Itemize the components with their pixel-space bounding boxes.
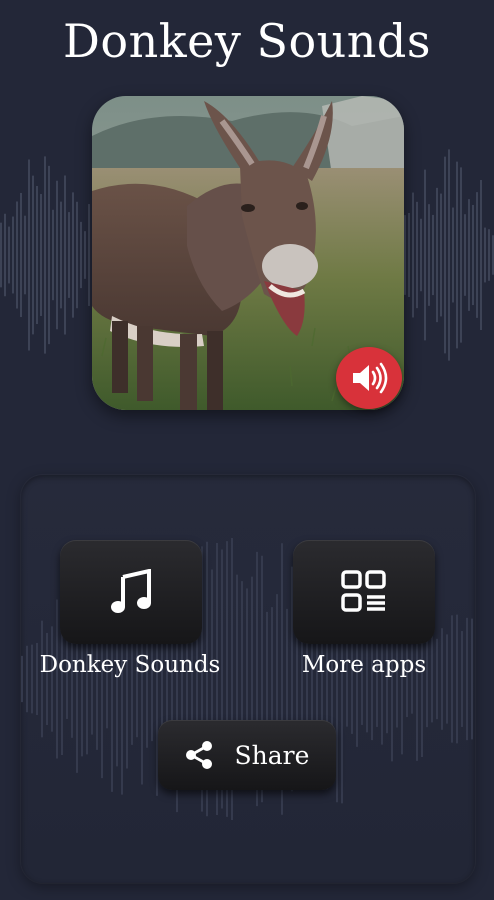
donkey-sounds-button[interactable] — [60, 540, 202, 644]
menu-panel — [21, 475, 475, 883]
music-note-icon — [111, 569, 151, 613]
app-title: Donkey Sounds — [63, 14, 431, 68]
more-apps-button[interactable] — [293, 540, 435, 644]
grid-apps-icon — [341, 570, 386, 612]
share-icon — [185, 741, 212, 769]
donkey-sounds-label: Donkey Sounds — [39, 652, 221, 678]
more-apps-label: More apps — [301, 652, 427, 678]
share-button[interactable]: Share — [158, 720, 336, 790]
play-sound-button[interactable] — [336, 347, 402, 409]
right-soundwave-decoration — [404, 149, 494, 361]
share-label: Share — [234, 740, 310, 770]
speaker-volume-icon — [353, 362, 388, 394]
left-soundwave-decoration — [0, 156, 90, 354]
panel-soundwave-decoration — [21, 538, 473, 820]
